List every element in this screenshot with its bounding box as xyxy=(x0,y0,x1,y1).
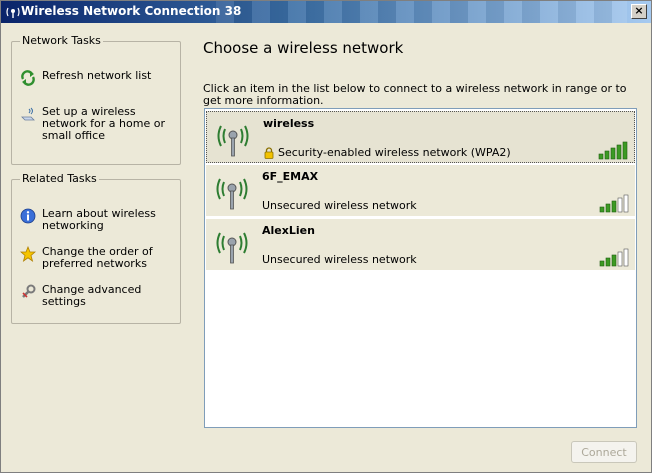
task-change-order-label: Change the order of preferred networks xyxy=(42,245,153,270)
wireless-antenna-icon xyxy=(6,7,20,18)
setup-network-icon xyxy=(21,107,35,121)
network-ssid: wireless xyxy=(263,117,315,130)
network-item-6f-emax[interactable]: 6F_EMAX Unsecured wireless network xyxy=(206,165,635,217)
task-advanced-settings[interactable]: Change advanced settings xyxy=(20,284,172,308)
network-status-text: Security-enabled wireless network (WPA2) xyxy=(278,146,511,159)
star-icon xyxy=(20,246,36,262)
main-panel: Choose a wireless network Click an item … xyxy=(195,27,649,470)
task-advanced-label: Change advanced settings xyxy=(42,283,142,308)
task-sidebar: Network Tasks Refresh network list Set u… xyxy=(5,27,191,470)
network-tasks-title: Network Tasks xyxy=(20,34,103,47)
connect-button[interactable]: Connect xyxy=(571,441,637,463)
network-status: Unsecured wireless network xyxy=(262,253,417,266)
network-list[interactable]: wireless Security-enabled wireless netwo… xyxy=(204,108,637,428)
wrench-icon xyxy=(22,284,36,298)
wireless-antenna-icon xyxy=(216,178,248,210)
network-tasks-group: Network Tasks Refresh network list Set u… xyxy=(11,34,181,165)
wireless-antenna-icon xyxy=(216,232,248,264)
instructions-text: Click an item in the list below to conne… xyxy=(203,82,627,107)
network-ssid: AlexLien xyxy=(262,224,315,237)
network-status: Security-enabled wireless network (WPA2) xyxy=(263,146,511,159)
refresh-icon xyxy=(21,70,35,86)
network-status-text: Unsecured wireless network xyxy=(262,199,417,212)
wireless-antenna-icon xyxy=(217,125,249,157)
wireless-network-window: Wireless Network Connection 38 × Network… xyxy=(0,0,652,473)
page-title: Choose a wireless network xyxy=(203,39,404,57)
task-refresh-label: Refresh network list xyxy=(42,69,152,82)
task-learn-wireless[interactable]: Learn about wireless networking xyxy=(20,208,172,232)
network-item-wireless[interactable]: wireless Security-enabled wireless netwo… xyxy=(206,111,635,163)
task-refresh-network-list[interactable]: Refresh network list xyxy=(20,70,172,86)
network-status-text: Unsecured wireless network xyxy=(262,253,417,266)
related-tasks-title: Related Tasks xyxy=(20,172,99,185)
window-title: Wireless Network Connection 38 xyxy=(21,4,242,18)
task-learn-label: Learn about wireless networking xyxy=(42,207,156,232)
task-setup-label: Set up a wireless network for a home or … xyxy=(42,105,165,142)
lock-icon xyxy=(264,146,274,159)
signal-strength-icon xyxy=(598,141,628,160)
title-bar-pattern xyxy=(216,1,627,23)
signal-strength-icon xyxy=(599,248,629,267)
network-item-alexlien[interactable]: AlexLien Unsecured wireless network xyxy=(206,219,635,271)
signal-strength-icon xyxy=(599,194,629,213)
close-button[interactable]: × xyxy=(631,4,647,19)
task-change-order[interactable]: Change the order of preferred networks xyxy=(20,246,172,270)
related-tasks-group: Related Tasks Learn about wireless netwo… xyxy=(11,172,181,324)
info-icon xyxy=(20,208,36,224)
network-status: Unsecured wireless network xyxy=(262,199,417,212)
title-bar[interactable]: Wireless Network Connection 38 × xyxy=(1,1,651,23)
task-setup-wireless-network[interactable]: Set up a wireless network for a home or … xyxy=(20,106,172,142)
network-ssid: 6F_EMAX xyxy=(262,170,319,183)
